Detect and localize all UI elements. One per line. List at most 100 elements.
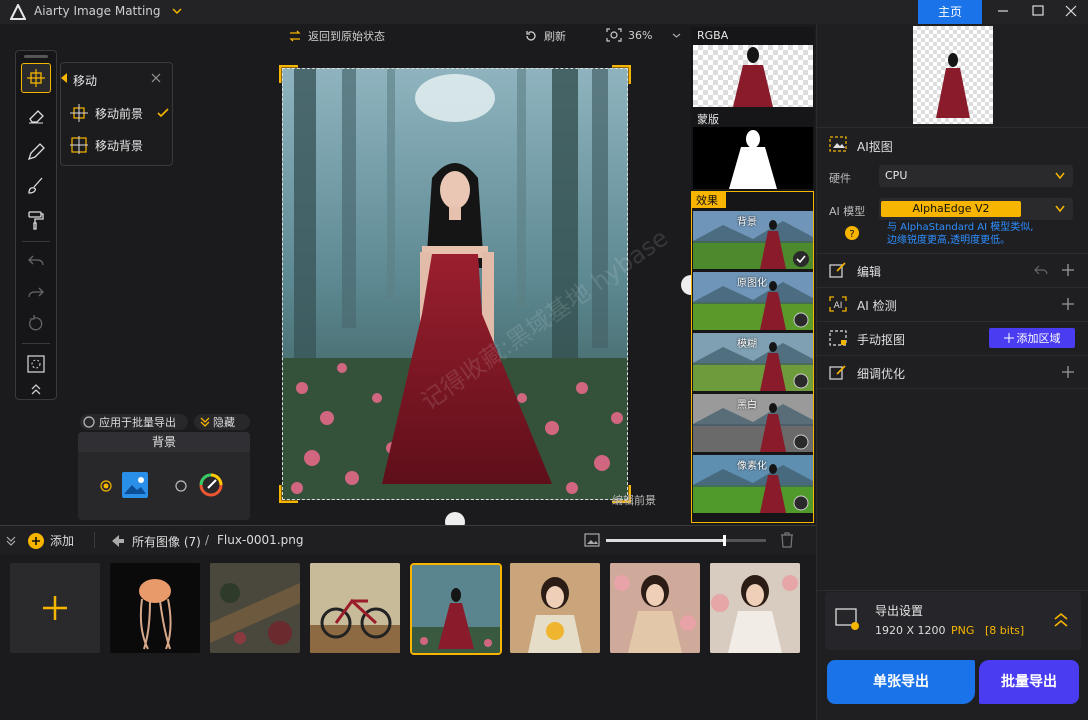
divider xyxy=(22,241,50,242)
undo-button[interactable] xyxy=(21,245,51,275)
pen-tool-button[interactable] xyxy=(21,137,51,167)
paint-roller-button[interactable] xyxy=(21,205,51,235)
help-icon[interactable]: ? xyxy=(845,226,859,240)
apply-batch-toggle[interactable]: 应用于批量导出 xyxy=(80,414,188,430)
image-background-icon[interactable] xyxy=(122,472,148,498)
single-export-button[interactable]: 单张导出 xyxy=(827,660,975,704)
double-chevron-down-icon[interactable] xyxy=(6,536,16,546)
maximize-button[interactable] xyxy=(1021,0,1055,24)
radio-icon[interactable] xyxy=(793,434,809,450)
refresh-button[interactable]: 刷新 xyxy=(524,28,566,44)
plus-icon[interactable] xyxy=(1061,365,1075,379)
add-image-button[interactable]: 添加 xyxy=(28,532,74,549)
brush-tool-button[interactable] xyxy=(21,171,51,201)
move-foreground-item[interactable]: 移动前景 xyxy=(69,103,169,123)
radio-icon[interactable] xyxy=(793,495,809,511)
all-images-link[interactable]: 所有图像 (7) xyxy=(132,533,201,550)
effect-name: 黑白 xyxy=(737,400,757,411)
thumbnail-jellyfish[interactable] xyxy=(110,563,200,653)
zoom-icon xyxy=(606,28,622,42)
effect-tile[interactable]: 原图化 xyxy=(693,272,813,330)
thumbnail-woman-flowers[interactable] xyxy=(510,563,600,653)
add-label: 添加 xyxy=(50,534,75,548)
plus-icon xyxy=(42,595,68,621)
model-label: AI 模型 xyxy=(829,205,866,218)
model-select[interactable]: AlphaEdge V2 xyxy=(879,198,1073,220)
add-region-button[interactable]: 添加区域 xyxy=(989,328,1075,348)
mask-thumbnail[interactable] xyxy=(693,127,813,189)
thumbnail-woman-white-dress[interactable] xyxy=(710,563,800,653)
zoom-control[interactable]: 36% xyxy=(606,28,681,42)
ai-detect-section[interactable]: AI AI 检测 xyxy=(817,287,1088,321)
rgba-thumbnail[interactable] xyxy=(693,45,813,107)
thumbnail-size-slider[interactable] xyxy=(606,535,766,546)
preview-strip: RGBA 蒙版 效果 背景 原图化 模糊 黑白 像素化 xyxy=(691,27,814,523)
radio-selected-icon[interactable] xyxy=(100,480,112,492)
effect-tile[interactable]: 模糊 xyxy=(693,333,813,391)
effect-name: 原图化 xyxy=(737,278,767,289)
item-label: 移动前景 xyxy=(95,106,144,121)
refresh-icon xyxy=(524,29,538,43)
reset-tool-button[interactable] xyxy=(21,309,51,339)
divider xyxy=(94,532,95,548)
undo-icon xyxy=(26,250,46,270)
check-circle-icon[interactable] xyxy=(793,251,809,267)
mask-label: 蒙版 xyxy=(697,113,719,126)
plus-icon[interactable] xyxy=(1061,263,1075,277)
hardware-value: CPU xyxy=(885,169,908,182)
radio-icon[interactable] xyxy=(793,312,809,328)
selection-icon xyxy=(26,354,46,374)
minimize-button[interactable] xyxy=(986,0,1020,24)
back-arrow-icon[interactable] xyxy=(112,535,124,547)
thumbnail-forest-dress-selected[interactable] xyxy=(410,563,502,655)
trash-icon[interactable] xyxy=(780,532,794,548)
eraser-icon xyxy=(26,106,46,126)
thumbnail-forest-ground[interactable] xyxy=(210,563,300,653)
export-settings[interactable]: 导出设置 1920 X 1200 PNG [8 bits] xyxy=(825,592,1081,650)
manual-matting-section[interactable]: 手动抠图 添加区域 xyxy=(817,321,1088,355)
effect-tile[interactable]: 背景 xyxy=(693,211,813,269)
double-chevron-up-icon[interactable] xyxy=(1053,612,1069,628)
filmstrip xyxy=(0,555,816,720)
close-button[interactable] xyxy=(1054,0,1088,24)
effect-tile[interactable]: 像素化 xyxy=(693,455,813,513)
radio-icon xyxy=(83,416,95,428)
redo-button[interactable] xyxy=(21,277,51,307)
radio-icon[interactable] xyxy=(175,480,187,492)
chevron-down-icon[interactable] xyxy=(172,6,182,16)
hide-label: 隐藏 xyxy=(213,416,235,429)
hardware-select[interactable]: CPU xyxy=(879,165,1073,187)
drag-handle[interactable] xyxy=(24,55,48,58)
batch-export-button[interactable]: 批量导出 xyxy=(979,660,1079,704)
selection-tool-button[interactable] xyxy=(21,349,51,379)
edit-section[interactable]: 编辑 xyxy=(817,253,1088,287)
effect-name: 背景 xyxy=(737,217,757,228)
background-panel: 背景 xyxy=(78,432,250,520)
close-icon[interactable] xyxy=(151,73,161,83)
eraser-tool-button[interactable] xyxy=(21,101,51,131)
export-settings-label: 导出设置 xyxy=(875,604,924,618)
apply-batch-label: 应用于批量导出 xyxy=(99,416,176,429)
collapse-button[interactable] xyxy=(21,379,51,399)
chevron-down-icon xyxy=(672,31,681,40)
radio-icon[interactable] xyxy=(793,373,809,389)
add-image-tile[interactable] xyxy=(10,563,100,653)
move-tool-button[interactable] xyxy=(21,63,51,93)
export-format: PNG xyxy=(951,624,975,637)
home-tab[interactable]: 主页 xyxy=(918,0,982,24)
slider-knob[interactable] xyxy=(723,535,727,546)
thumbnail-woman-gown[interactable] xyxy=(610,563,700,653)
model-value: AlphaEdge V2 xyxy=(881,201,1021,217)
refine-section[interactable]: 细调优化 xyxy=(817,355,1088,389)
reset-button[interactable]: 返回到原始状态 xyxy=(288,28,385,44)
color-picker-icon[interactable] xyxy=(198,472,224,498)
move-background-item[interactable]: 移动背景 xyxy=(69,135,143,155)
hide-button[interactable]: 隐藏 xyxy=(194,414,250,430)
undo-icon[interactable] xyxy=(1033,263,1049,277)
effect-name: 像素化 xyxy=(737,461,767,472)
app-logo-icon xyxy=(10,4,26,20)
thumbnail-bicycle[interactable] xyxy=(310,563,400,653)
effect-label: 效果 xyxy=(692,192,726,208)
effect-tile[interactable]: 黑白 xyxy=(693,394,813,452)
plus-icon[interactable] xyxy=(1061,297,1075,311)
